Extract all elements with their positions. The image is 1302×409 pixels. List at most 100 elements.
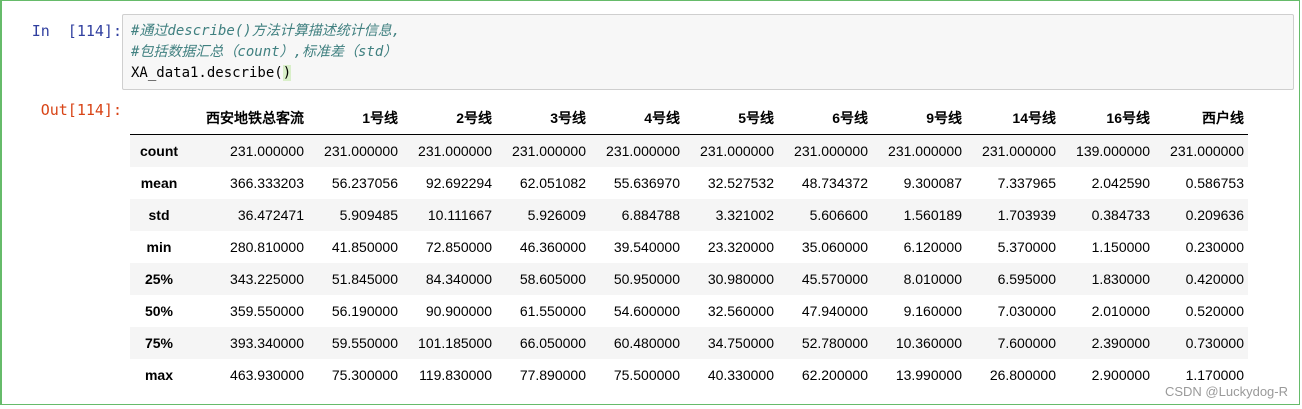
- table-cell: 56.237056: [331, 175, 398, 191]
- column-header: 9号线: [872, 101, 966, 135]
- table-cell: 54.600000: [613, 303, 680, 319]
- table-cell: 48.734372: [801, 175, 868, 191]
- row-label: std: [148, 207, 170, 223]
- table-row: min 280.810000 41.850000 72.850000 46.360000…: [130, 231, 1248, 263]
- table-cell: 231.000000: [324, 143, 398, 159]
- output-prompt: Out[114]:: [40, 101, 122, 119]
- table-cell: 231.000000: [700, 143, 774, 159]
- table-cell: 75.300000: [331, 367, 398, 383]
- table-cell: 7.337965: [997, 175, 1056, 191]
- table-cell: 0.730000: [1185, 335, 1244, 351]
- column-header: 16号线: [1060, 101, 1154, 135]
- input-prompt: In [114]:: [31, 22, 122, 40]
- table-cell: 101.185000: [418, 335, 492, 351]
- table-cell: 0.384733: [1091, 207, 1150, 223]
- table-cell: 84.340000: [425, 271, 492, 287]
- code-open-paren: (: [274, 65, 283, 81]
- column-header: 1号线: [308, 101, 402, 135]
- table-cell: 393.340000: [230, 335, 304, 351]
- table-cell: 62.051082: [519, 175, 586, 191]
- table-cell: 359.550000: [230, 303, 304, 319]
- table-cell: 47.940000: [801, 303, 868, 319]
- table-cell: 41.850000: [331, 239, 398, 255]
- table-cell: 6.884788: [621, 207, 680, 223]
- table-cell: 75.500000: [613, 367, 680, 383]
- code-close-paren: ): [282, 65, 292, 81]
- table-cell: 72.850000: [425, 239, 492, 255]
- table-cell: 56.190000: [331, 303, 398, 319]
- row-label: 25%: [144, 271, 174, 287]
- table-cell: 366.333203: [230, 175, 304, 191]
- corner-header: [130, 101, 188, 135]
- table-cell: 2.390000: [1091, 335, 1150, 351]
- table-cell: 343.225000: [230, 271, 304, 287]
- table-cell: 23.320000: [707, 239, 774, 255]
- table-row: mean 366.333203 56.237056 92.692294 62.05108…: [130, 167, 1248, 199]
- table-cell: 55.636970: [613, 175, 680, 191]
- table-cell: 59.550000: [331, 335, 398, 351]
- table-cell: 2.010000: [1091, 303, 1150, 319]
- table-cell: 119.830000: [419, 367, 492, 383]
- table-cell: 231.000000: [512, 143, 586, 159]
- table-cell: 9.300087: [903, 175, 962, 191]
- table-cell: 34.750000: [707, 335, 774, 351]
- table-cell: 7.030000: [997, 303, 1056, 319]
- table-row: std 36.472471 5.909485 10.111667 5.926009 6.8…: [130, 199, 1248, 231]
- table-cell: 6.120000: [903, 239, 962, 255]
- table-cell: 231.000000: [418, 143, 492, 159]
- table-cell: 58.605000: [519, 271, 586, 287]
- row-label: count: [139, 143, 179, 159]
- column-header: 西户线: [1154, 101, 1248, 135]
- column-header: 3号线: [496, 101, 590, 135]
- table-cell: 0.420000: [1185, 271, 1244, 287]
- row-label: 75%: [144, 335, 174, 351]
- table-cell: 45.570000: [801, 271, 868, 287]
- table-cell: 3.321002: [715, 207, 774, 223]
- table-cell: 1.830000: [1091, 271, 1150, 287]
- table-cell: 139.000000: [1076, 143, 1150, 159]
- table-cell: 0.230000: [1185, 239, 1244, 255]
- table-row: 50% 359.550000 56.190000 90.900000 61.550000…: [130, 295, 1248, 327]
- table-cell: 5.926009: [527, 207, 586, 223]
- column-header: 4号线: [590, 101, 684, 135]
- column-header: 6号线: [778, 101, 872, 135]
- table-cell: 10.111667: [427, 207, 492, 223]
- table-cell: 7.600000: [997, 335, 1056, 351]
- table-cell: 35.060000: [801, 239, 868, 255]
- table-cell: 13.990000: [895, 367, 962, 383]
- table-header-row: 西安地铁总客流 1号线 2号线 3号线 4号线 5号线 6号线 9号线 14号线…: [130, 101, 1248, 135]
- code-editor[interactable]: #通过describe()方法计算描述统计信息, #包括数据汇总（count）,…: [122, 14, 1294, 90]
- table-row: 25% 343.225000 51.845000 84.340000 58.605000…: [130, 263, 1248, 295]
- describe-output-table: 西安地铁总客流 1号线 2号线 3号线 4号线 5号线 6号线 9号线 14号线…: [130, 101, 1248, 391]
- code-call-text: XA_data1.describe: [131, 65, 275, 81]
- table-cell: 62.200000: [801, 367, 868, 383]
- table-cell: 10.360000: [895, 335, 962, 351]
- table-cell: 30.980000: [707, 271, 774, 287]
- table-row: max 463.930000 75.300000 119.830000 77.89000…: [130, 359, 1248, 391]
- table-cell: 231.000000: [794, 143, 868, 159]
- table-cell: 0.520000: [1185, 303, 1244, 319]
- table-cell: 1.560189: [903, 207, 962, 223]
- table-cell: 280.810000: [230, 239, 304, 255]
- table-cell: 231.000000: [888, 143, 962, 159]
- table-cell: 231.000000: [606, 143, 680, 159]
- row-label: min: [146, 239, 172, 255]
- table-cell: 231.000000: [982, 143, 1056, 159]
- code-line-3: XA_data1.describe(): [131, 63, 1285, 84]
- table-cell: 46.360000: [519, 239, 586, 255]
- table-cell: 2.900000: [1091, 367, 1150, 383]
- row-label: mean: [140, 175, 178, 191]
- table-cell: 36.472471: [237, 207, 304, 223]
- table-cell: 231.000000: [230, 143, 304, 159]
- table-cell: 1.150000: [1091, 239, 1150, 255]
- table-cell: 32.527532: [707, 175, 774, 191]
- table-cell: 231.000000: [1170, 143, 1244, 159]
- table-cell: 0.586753: [1185, 175, 1244, 191]
- table-cell: 5.370000: [997, 239, 1056, 255]
- table-cell: 66.050000: [519, 335, 586, 351]
- table-cell: 52.780000: [801, 335, 868, 351]
- table-cell: 8.010000: [903, 271, 962, 287]
- table-cell: 51.845000: [331, 271, 398, 287]
- column-header: 西安地铁总客流: [188, 101, 308, 135]
- table-cell: 77.890000: [519, 367, 586, 383]
